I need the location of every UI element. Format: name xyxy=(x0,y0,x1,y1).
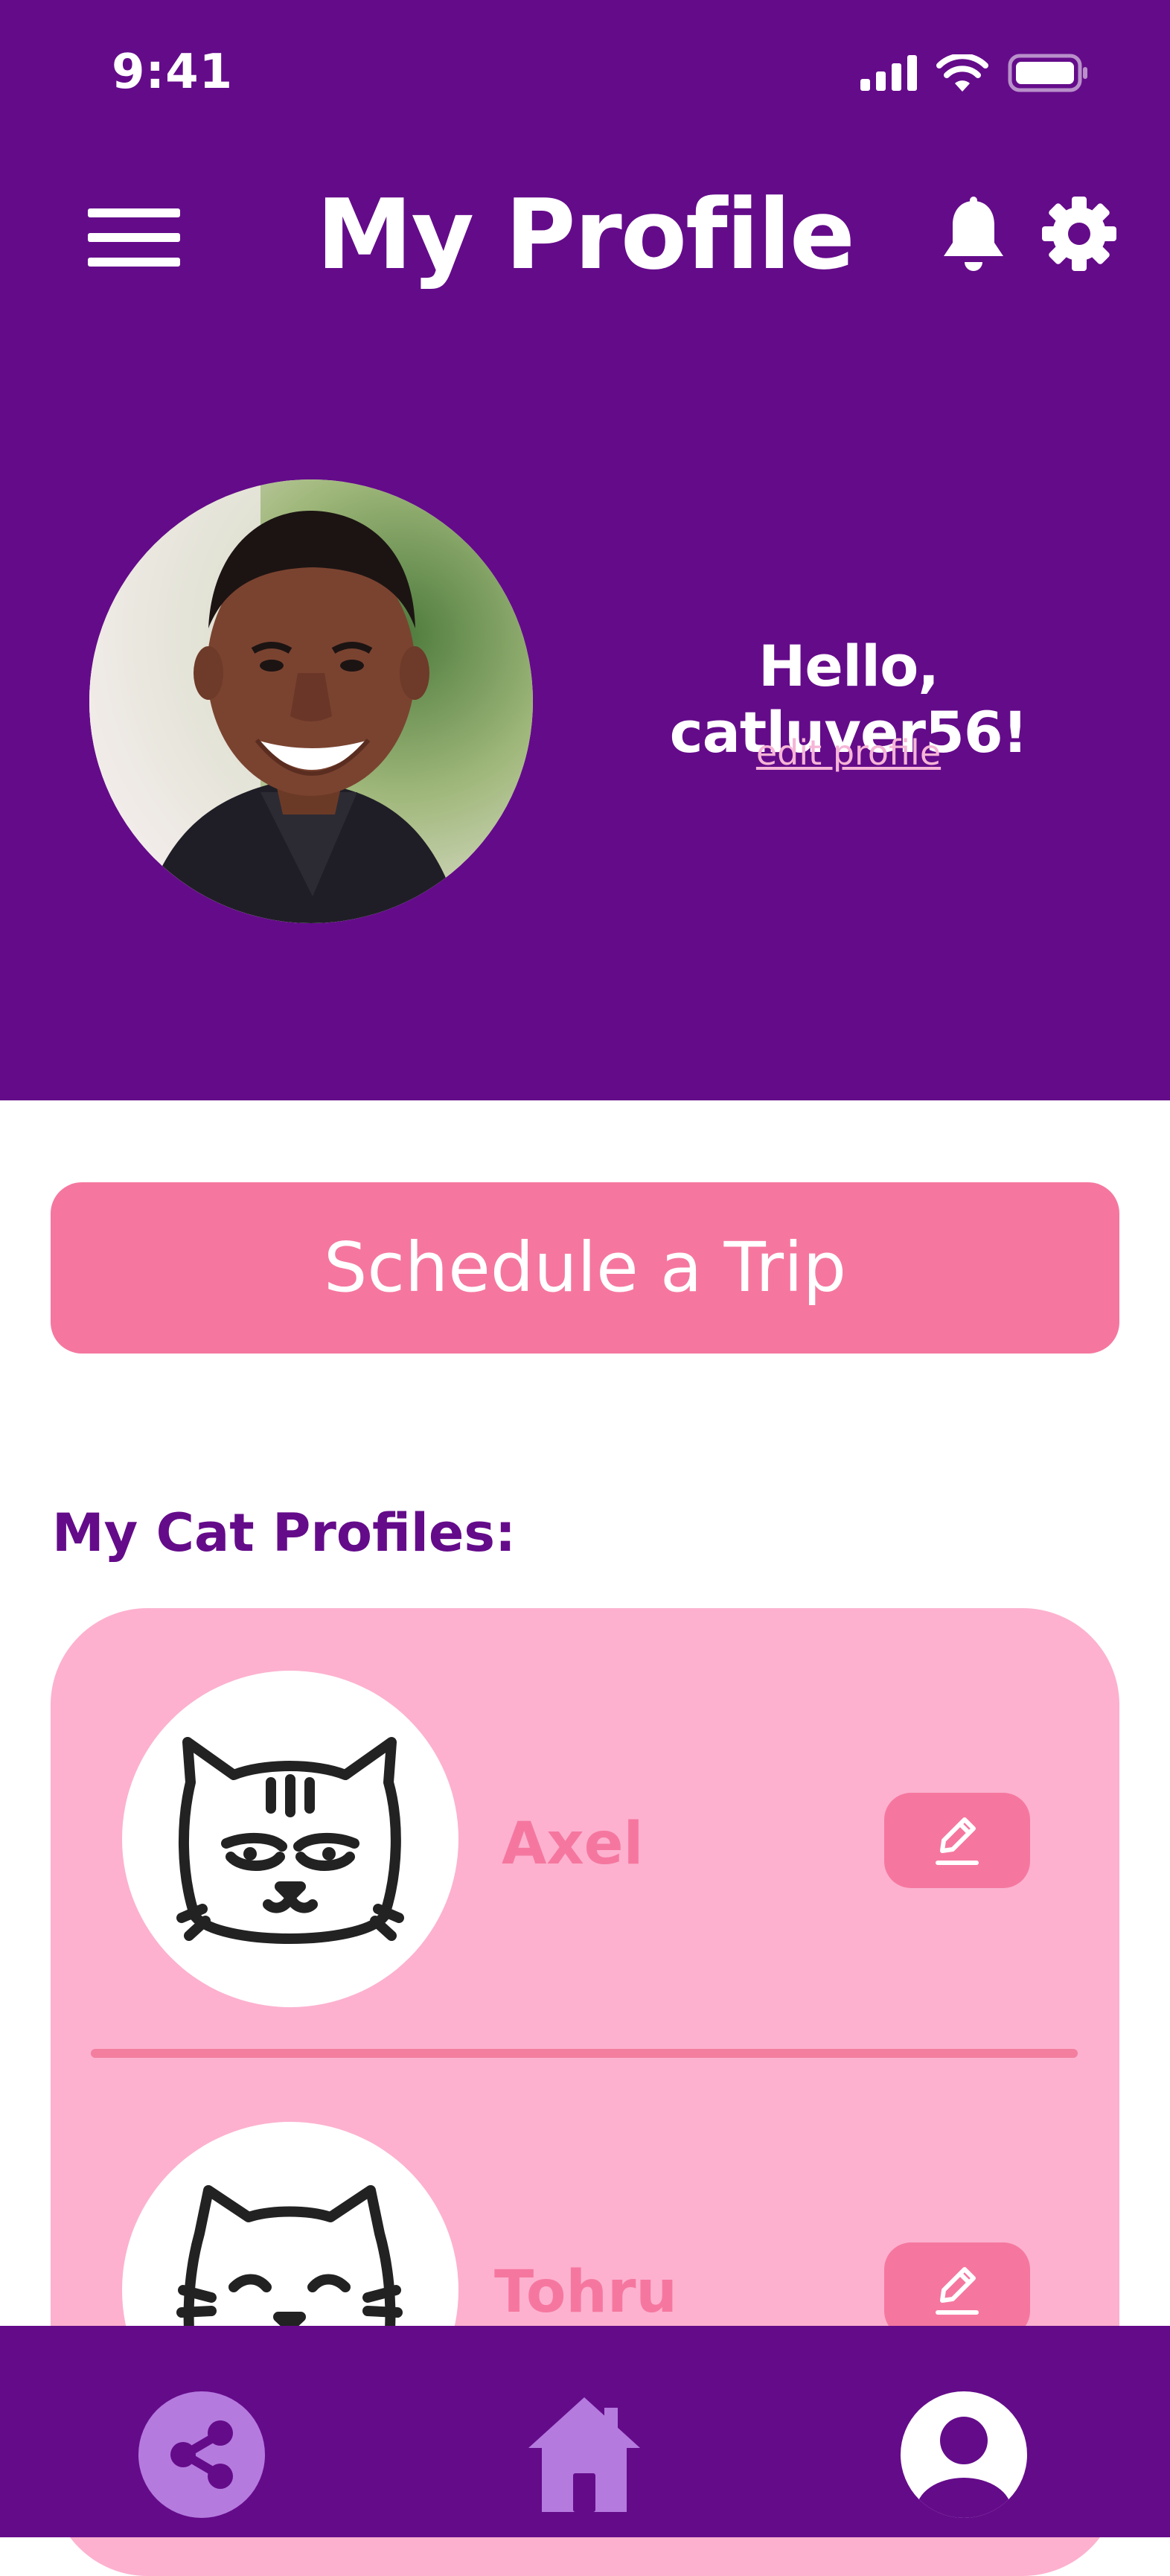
home-icon xyxy=(528,2397,640,2512)
status-bar: 9:41 xyxy=(0,0,1170,149)
cat-name: Axel xyxy=(502,1811,644,1878)
cat-profiles-heading: My Cat Profiles: xyxy=(52,1502,517,1563)
profile-header: 9:41 My Profile Hello, catluver56! edit … xyxy=(0,0,1170,1100)
share-nav-button[interactable] xyxy=(138,2391,265,2518)
status-time: 9:41 xyxy=(112,45,234,100)
cat-avatar-axel[interactable] xyxy=(122,1671,458,2007)
pencil-icon xyxy=(936,1817,979,1865)
wifi-icon xyxy=(936,54,988,92)
cat-name: Tohru xyxy=(494,2259,677,2326)
user-portrait-photo xyxy=(89,479,533,923)
pencil-icon xyxy=(936,2267,979,2315)
cellular-signal-icon xyxy=(860,55,917,91)
share-icon xyxy=(138,2391,265,2518)
edit-profile-link[interactable]: edit profile xyxy=(670,733,1027,773)
bottom-navigation xyxy=(0,2326,1170,2537)
bell-icon[interactable] xyxy=(936,197,1011,280)
grumpy-cat-icon xyxy=(176,1737,404,1944)
user-profile-icon xyxy=(901,2391,1027,2518)
schedule-trip-button[interactable]: Schedule a Trip xyxy=(51,1182,1119,1354)
home-nav-button[interactable] xyxy=(521,2391,648,2518)
status-icons xyxy=(860,54,1088,92)
gear-icon[interactable] xyxy=(1039,194,1119,274)
edit-cat-button[interactable] xyxy=(884,2242,1030,2338)
battery-icon xyxy=(1008,54,1087,92)
cat-list-divider xyxy=(91,2049,1078,2058)
user-avatar[interactable] xyxy=(89,479,533,923)
profile-nav-button[interactable] xyxy=(901,2391,1027,2518)
top-app-bar: My Profile xyxy=(0,171,1170,298)
edit-cat-button[interactable] xyxy=(884,1793,1030,1888)
